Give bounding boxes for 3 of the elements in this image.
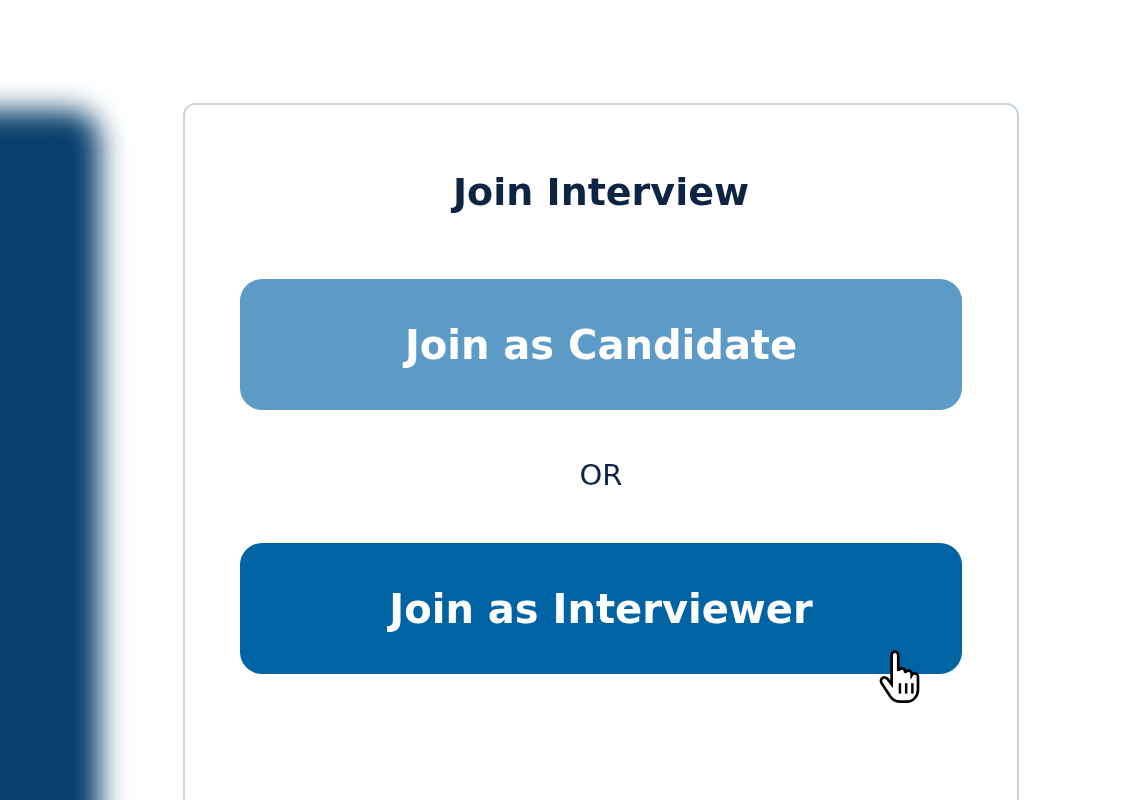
separator-text: OR (579, 458, 623, 492)
join-button[interactable]: Join as Interviewer (240, 543, 962, 674)
card-title: Join Interview (452, 169, 750, 216)
